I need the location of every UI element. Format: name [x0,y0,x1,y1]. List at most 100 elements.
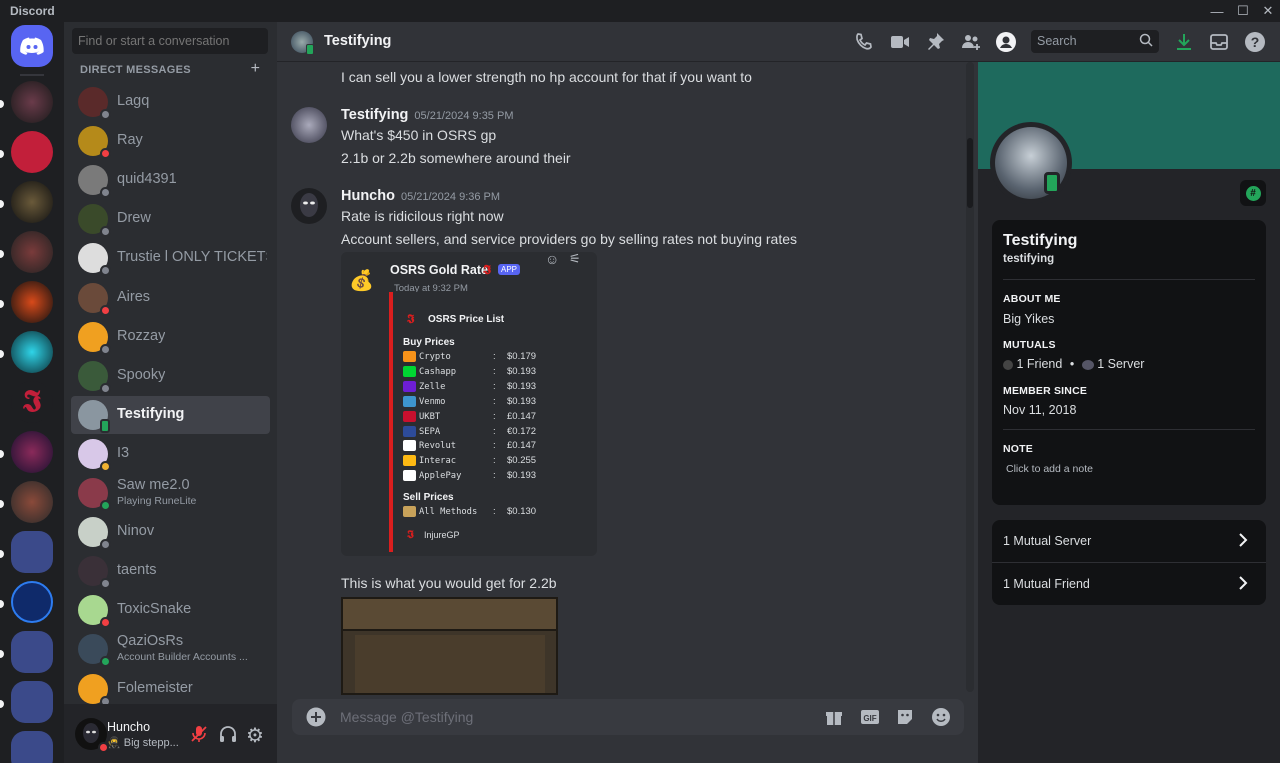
payment-method-icon [403,410,416,422]
discord-logo-icon [20,37,44,55]
message-text: What's $450 in OSRS gp [341,127,497,143]
avatar-mask-icon [300,193,318,217]
bot-name[interactable]: OSRS Gold Rate [390,263,488,277]
status-online-icon [100,500,111,511]
message-author[interactable]: Testifying 05/21/2024 9:35 PM [341,107,513,123]
dm-item[interactable]: ToxicSnake [71,591,270,629]
buy-prices-header: Buy Prices [403,337,455,348]
message-timestamp: 05/21/2024 9:35 PM [414,110,514,122]
dm-item[interactable]: Trustie l ONLY TICKETS [71,239,270,277]
download-icon[interactable] [1173,31,1195,53]
dm-name: Saw me2.0 [117,477,190,493]
folder-icon[interactable] [11,731,53,763]
help-icon[interactable]: ? [1244,31,1266,53]
dm-name: Trustie l ONLY TICKETS [117,249,267,266]
server-icon[interactable] [11,431,53,473]
avatar[interactable] [291,107,327,143]
dm-item[interactable]: Lagq [71,83,270,121]
dm-name: quid4391 [117,171,177,188]
add-reaction-icon[interactable]: ☺ [545,251,559,267]
close-icon[interactable]: ✕ [1254,0,1280,22]
dm-search-input[interactable] [72,28,268,54]
dm-item[interactable]: Testifying [71,395,270,434]
voice-call-icon[interactable] [853,31,875,53]
attached-image[interactable] [341,597,558,695]
server-icon[interactable] [11,281,53,323]
mutuals-summary[interactable]: 1 Friend • 1 Server [1003,357,1144,371]
divider [1003,279,1255,280]
dm-item[interactable]: Drew [71,200,270,238]
server-folder-icon[interactable] [11,631,53,673]
payment-method-icon [403,506,416,517]
server-icon[interactable] [11,581,53,623]
dm-item[interactable]: Spooky [71,357,270,395]
dm-item[interactable]: quid4391 [71,161,270,199]
server-icon[interactable]: 𝕴 [11,381,53,423]
dm-name: Ray [117,132,143,149]
message-author[interactable]: Huncho 05/21/2024 9:36 PM [341,188,500,204]
dm-item[interactable]: Ray [71,122,270,160]
price-row: Crypto: $0.179 [403,351,536,362]
server-icon[interactable] [11,81,53,123]
price-row: SEPA: €0.172 [403,425,536,437]
mutual-friends-row[interactable]: 1 Mutual Friend [992,563,1266,605]
dm-item[interactable]: I3 [71,435,270,473]
user-profile-toggle-icon[interactable] [995,31,1017,53]
minimize-icon[interactable]: — [1203,0,1231,22]
nitro-badge-icon[interactable]: # [1240,180,1266,206]
dm-item[interactable]: taents [71,552,270,590]
user-panel: Huncho 🥷 Big stepp... ⚙ [64,704,277,763]
server-icon[interactable] [11,131,53,173]
dm-name: taents [117,562,157,579]
search-input[interactable]: Search [1031,30,1159,53]
dm-item[interactable]: QaziOsRs Account Builder Accounts ... [71,630,270,668]
server-icon[interactable] [11,481,53,523]
server-icon[interactable] [11,181,53,223]
server-folder-icon[interactable] [11,531,53,573]
add-dm-icon[interactable]: + [251,60,260,78]
gold-coins-icon: 💰 [349,270,374,292]
note-header: NOTE [1003,443,1033,455]
settings-gear-icon[interactable]: ⚙ [246,723,264,748]
sticker-icon[interactable] [894,706,916,728]
dm-item[interactable]: Aires [71,279,270,317]
dm-activity: Playing RuneLite [117,495,197,507]
price-row: Cashapp: $0.193 [403,365,536,377]
inbox-icon[interactable] [1208,31,1230,53]
more-actions-icon[interactable]: ⚟ [569,251,581,267]
scroll-thumb[interactable] [967,138,973,208]
price-value: $0.255 [507,455,537,467]
headphones-icon[interactable] [218,724,238,749]
emoji-icon[interactable] [930,706,952,728]
maximize-icon[interactable]: ☐ [1229,0,1257,22]
dm-item[interactable]: Rozzay [71,318,270,356]
dm-item[interactable]: Saw me2.0 Playing RuneLite [71,474,270,512]
price-row: Venmo: $0.193 [403,395,536,407]
note-input[interactable]: Click to add a note [1006,463,1093,475]
about-me-header: ABOUT ME [1003,293,1061,305]
separator: : [493,506,496,518]
server-folder-icon[interactable] [11,681,53,723]
video-call-icon[interactable] [889,31,911,53]
chat-scrollbar[interactable] [966,62,974,692]
dm-item[interactable]: Ninov [71,513,270,551]
add-friends-icon[interactable] [960,31,982,53]
message-input[interactable] [340,707,790,727]
server-icon[interactable] [11,331,53,373]
unread-pip [0,650,4,658]
embed-title: OSRS Price List [428,314,505,325]
dm-sidebar: DIRECT MESSAGES + Lagq Ray quid4391 Drew Tru… [64,22,277,763]
gift-icon[interactable] [823,706,845,728]
add-attachment-icon[interactable] [306,707,326,732]
chevron-right-icon [1236,574,1250,595]
discord-home-button[interactable] [11,25,53,67]
server-icon[interactable] [11,231,53,273]
sell-prices-header: Sell Prices [403,492,454,503]
gif-icon[interactable]: GIF [859,706,881,728]
dm-item[interactable]: Folemeister [71,670,270,708]
mic-muted-icon[interactable] [189,724,209,749]
mutual-servers-row[interactable]: 1 Mutual Server [992,520,1266,562]
pinned-messages-icon[interactable] [924,31,946,53]
status-online-mobile-icon [100,418,110,433]
avatar[interactable] [291,188,327,224]
